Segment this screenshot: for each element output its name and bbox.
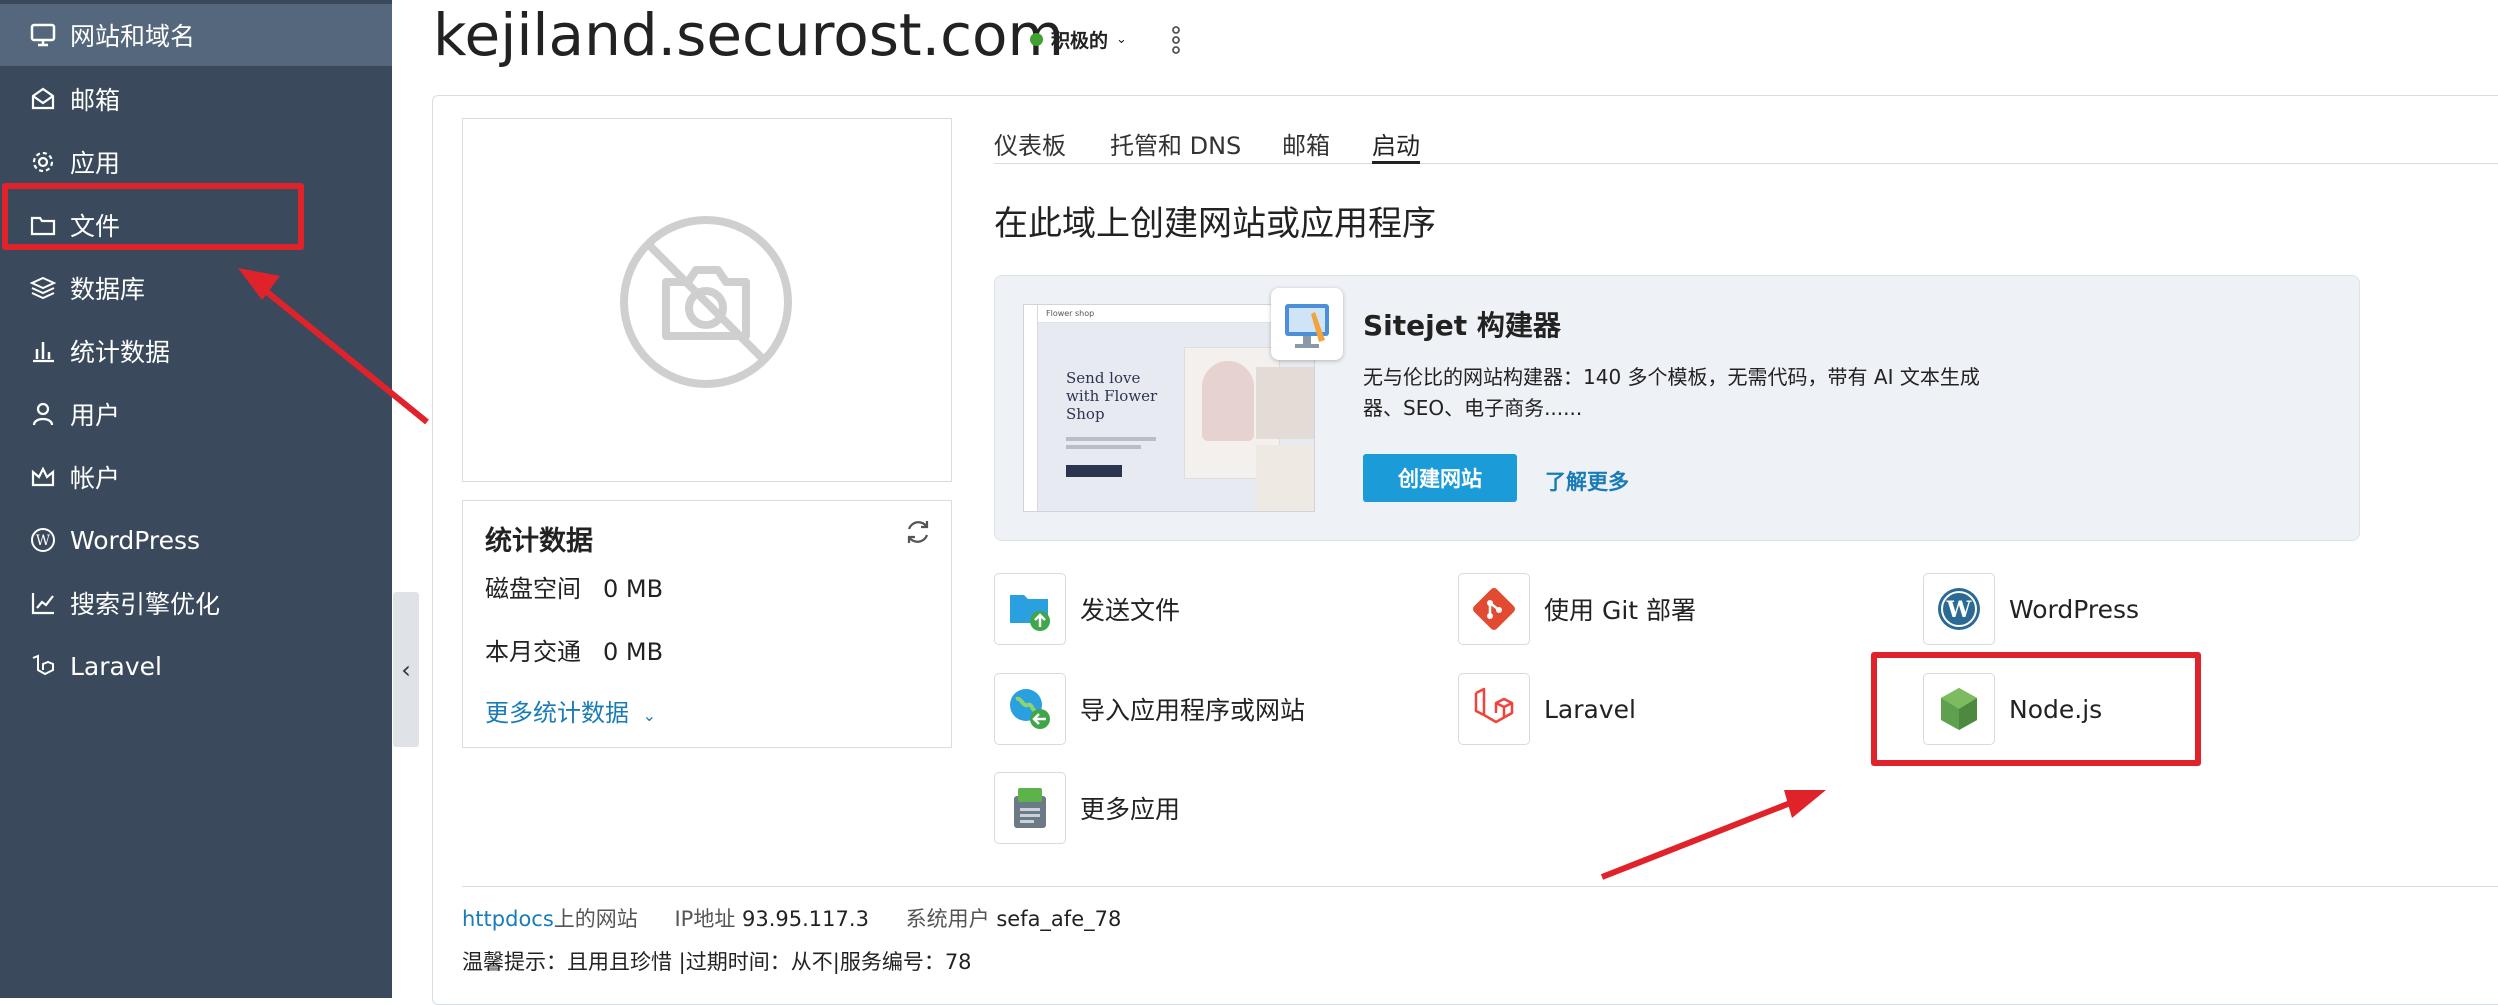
sidebar-item-label: 帐户	[70, 464, 121, 493]
section-heading: 在此域上创建网站或应用程序	[994, 204, 1436, 244]
sidebar-item-wordpress[interactable]: W WordPress	[0, 509, 392, 571]
sitejet-logo-icon	[1271, 288, 1343, 360]
sidebar-item-mail[interactable]: 邮箱	[0, 68, 392, 130]
laravel-icon	[1458, 673, 1530, 745]
wordpress-icon: W	[1923, 573, 1995, 645]
learn-more-link[interactable]: 了解更多	[1545, 466, 1629, 496]
svg-text:W: W	[36, 533, 51, 549]
git-icon	[1458, 573, 1530, 645]
crown-icon	[28, 462, 58, 492]
app-tile-wordpress[interactable]: W WordPress	[1923, 573, 2139, 645]
service-notice: 温馨提示：且用且珍惜 |过期时间：从不|服务编号：78	[462, 950, 972, 974]
highlight-box-nodejs	[1871, 652, 2201, 766]
app-tile-label: 更多应用	[1080, 795, 1181, 824]
sidebar: 网站和域名 邮箱 应用 文件 数据库 统计数据 用户 帐户 W WordPres…	[0, 0, 392, 998]
tab-dashboard[interactable]: 仪表板	[994, 126, 1066, 164]
disk-space-label: 磁盘空间	[485, 575, 581, 603]
page-title: kejiland.securost.com	[433, 1, 1064, 69]
ip-label: IP地址	[674, 907, 736, 931]
app-tile-git-deploy[interactable]: 使用 Git 部署	[1458, 573, 1696, 645]
app-box-icon	[994, 772, 1066, 844]
sidebar-item-label: WordPress	[70, 525, 201, 555]
sidebar-item-seo[interactable]: 搜索引擎优化	[0, 572, 392, 634]
sitejet-description: 无与伦比的网站构建器：140 多个模板，无需代码，带有 AI 文本生成器、SEO…	[1363, 365, 1980, 420]
no-camera-icon	[620, 216, 792, 388]
more-options-icon[interactable]	[1166, 24, 1186, 56]
sidebar-item-account[interactable]: 帐户	[0, 446, 392, 508]
chevron-down-icon: ⌄	[1116, 32, 1127, 47]
traffic-value: 0 MB	[603, 638, 664, 666]
app-tile-more-apps[interactable]: 更多应用	[994, 772, 1180, 844]
sidebar-item-laravel[interactable]: Laravel	[0, 635, 392, 697]
app-tile-label: 导入应用程序或网站	[1080, 696, 1306, 725]
highlight-box-files	[2, 183, 304, 250]
create-website-button[interactable]: 创建网站	[1363, 454, 1517, 502]
statistics-title: 统计数据	[485, 526, 593, 557]
status-dot-icon	[1030, 33, 1043, 46]
sidebar-item-users[interactable]: 用户	[0, 383, 392, 445]
app-tile-label: WordPress	[2009, 594, 2140, 624]
sidebar-item-label: 邮箱	[70, 86, 121, 115]
traffic-label: 本月交通	[485, 638, 581, 666]
gear-icon	[28, 147, 58, 177]
docroot-suffix: 上的网站	[553, 907, 638, 931]
status-dropdown[interactable]: 积极的 ⌄	[1030, 26, 1127, 53]
seo-chart-icon	[28, 588, 58, 618]
wordpress-icon: W	[28, 525, 58, 555]
system-user-value: sefa_afe_78	[996, 907, 1122, 931]
sidebar-item-label: Laravel	[70, 651, 162, 681]
traffic-row: 本月交通 0 MB	[485, 632, 663, 667]
laravel-icon	[28, 651, 58, 681]
sidebar-collapse-button[interactable]: ‹	[393, 592, 419, 747]
import-globe-icon	[994, 673, 1066, 745]
status-label: 积极的	[1051, 30, 1109, 52]
sidebar-item-label: 数据库	[70, 275, 146, 304]
tab-mail[interactable]: 邮箱	[1282, 126, 1330, 164]
more-statistics-label: 更多统计数据	[485, 699, 629, 727]
disk-space-row: 磁盘空间 0 MB	[485, 569, 663, 604]
sitejet-card: Flower shop Send love with Flower Shop S…	[994, 275, 2360, 541]
sitejet-title: Sitejet 构建器	[1363, 309, 1561, 342]
statistics-card: 统计数据 磁盘空间 0 MB 本月交通 0 MB 更多统计数据 ⌄	[462, 500, 952, 748]
mail-icon	[28, 84, 58, 114]
tab-getting-started[interactable]: 启动	[1372, 126, 1420, 164]
app-tile-laravel[interactable]: Laravel	[1458, 673, 1636, 745]
sidebar-item-label: 搜索引擎优化	[70, 590, 221, 619]
sidebar-item-label: 用户	[70, 401, 121, 430]
app-tile-label: 使用 Git 部署	[1544, 596, 1697, 625]
chevron-down-icon: ⌄	[642, 706, 657, 725]
system-user-label: 系统用户	[905, 907, 990, 931]
app-tile-import-site[interactable]: 导入应用程序或网站	[994, 673, 1305, 745]
sidebar-item-databases[interactable]: 数据库	[0, 257, 392, 319]
sidebar-item-label: 网站和域名	[70, 22, 196, 51]
sidebar-item-statistics[interactable]: 统计数据	[0, 320, 392, 382]
preview-brand: Flower shop	[1046, 309, 1095, 318]
ip-value: 93.95.117.3	[742, 907, 869, 931]
disk-space-value: 0 MB	[603, 575, 664, 603]
preview-heading: Send love with Flower Shop	[1066, 369, 1158, 423]
svg-text:W: W	[1946, 597, 1972, 623]
bar-chart-icon	[28, 336, 58, 366]
refresh-icon[interactable]	[903, 517, 933, 547]
sidebar-item-label: 统计数据	[70, 338, 171, 367]
database-layers-icon	[28, 273, 58, 303]
user-icon	[28, 399, 58, 429]
chevron-left-icon: ‹	[401, 655, 411, 684]
sidebar-item-label: 应用	[70, 149, 121, 178]
app-tile-upload-files[interactable]: 发送文件	[994, 573, 1180, 645]
footer-divider	[462, 886, 2498, 887]
site-screenshot-placeholder	[462, 118, 952, 482]
monitor-icon	[28, 20, 58, 50]
tab-bar: 仪表板 托管和 DNS 邮箱 启动	[994, 122, 2498, 164]
tab-hosting-dns[interactable]: 托管和 DNS	[1110, 126, 1241, 164]
docroot-link[interactable]: httpdocs	[462, 907, 554, 931]
app-tile-label: 发送文件	[1080, 596, 1181, 625]
site-info-footer: httpdocs上的网站 IP地址 93.95.117.3 系统用户 sefa_…	[462, 903, 1121, 933]
sidebar-item-websites-domains[interactable]: 网站和域名	[0, 4, 392, 66]
upload-folder-icon	[994, 573, 1066, 645]
more-statistics-link[interactable]: 更多统计数据 ⌄	[485, 693, 656, 728]
app-tile-label: Laravel	[1544, 694, 1636, 724]
